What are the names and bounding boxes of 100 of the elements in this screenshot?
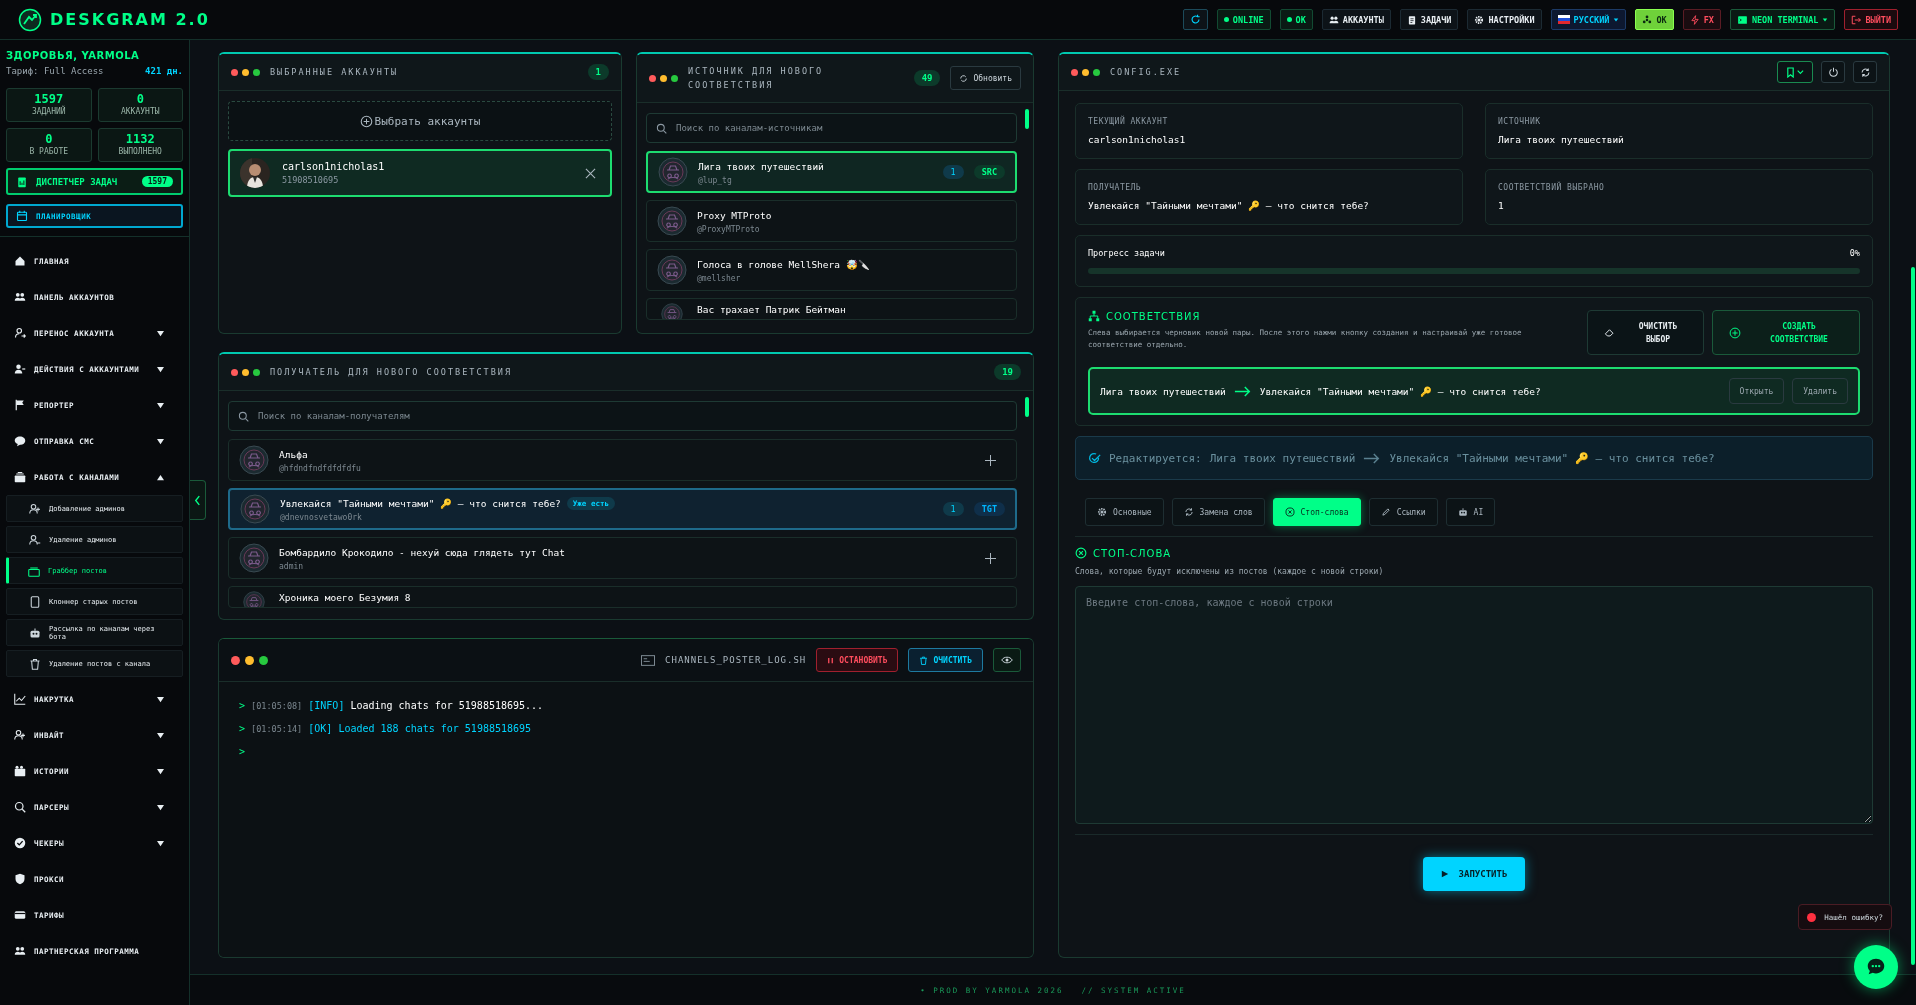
flag-icon bbox=[14, 399, 26, 411]
stop-words-field[interactable]: Введите стоп-слова, каждое с новой строки bbox=[1075, 586, 1873, 824]
channel-handle: @lup_tg bbox=[698, 175, 733, 185]
panel-title: ИСТОЧНИК ДЛЯ НОВОГО СООТВЕТСТВИЯ bbox=[688, 65, 825, 92]
channel-row[interactable]: Хроника моего Безумия 8 bbox=[228, 586, 1017, 608]
status-button[interactable]: OK bbox=[1635, 9, 1674, 30]
effects-button[interactable]: FX bbox=[1682, 9, 1721, 30]
info-label: ТЕКУЩИЙ АККАУНТ bbox=[1088, 117, 1169, 126]
channel-row[interactable]: Голоса в голове MellShera 🤯🔪 @mellsher bbox=[646, 249, 1017, 291]
channel-row[interactable]: Вас трахает Патрик Бейтман bbox=[646, 298, 1017, 320]
stop-button[interactable]: ОСТАНОВИТЬ bbox=[816, 648, 899, 672]
bookmark-dropdown[interactable] bbox=[1777, 61, 1813, 83]
channel-handle: @hfdndfndfdfdfdfu bbox=[279, 463, 362, 473]
user-minus-icon bbox=[29, 533, 41, 546]
card-icon bbox=[14, 909, 26, 921]
create-match-button[interactable]: СОЗДАТЬ СООТВЕТСТВИЕ bbox=[1712, 310, 1860, 355]
delete-button[interactable]: Удалить bbox=[1792, 378, 1848, 404]
cross-circle-icon bbox=[1075, 547, 1087, 559]
chevron-left-icon bbox=[194, 494, 201, 506]
clear-button[interactable]: ОЧИСТИТЬ bbox=[908, 648, 983, 672]
status-pill[interactable]: OK bbox=[1279, 9, 1313, 30]
progress-reading: 0% bbox=[1849, 248, 1860, 258]
avatar-icon bbox=[240, 494, 270, 524]
editing-target: Увлекайся "Тайными мечтами" 🔑 — что снится тебе? bbox=[1389, 451, 1715, 465]
channel-row[interactable]: Лига твоих путешествий @lup_tg 1 SRC bbox=[646, 151, 1017, 193]
check-circle-icon bbox=[14, 837, 26, 849]
status-pill[interactable]: ONLINE bbox=[1216, 9, 1271, 30]
stat-value: 1597 bbox=[34, 93, 64, 106]
avatar-icon bbox=[658, 157, 688, 187]
account-id: 51908510695 bbox=[282, 175, 340, 185]
search-field[interactable]: Поиск по каналам-получателям bbox=[228, 401, 1017, 431]
match-source: Лига твоих путешествий bbox=[1100, 385, 1226, 397]
copy-icon bbox=[29, 595, 41, 608]
search-icon bbox=[14, 801, 26, 813]
scrollbar[interactable] bbox=[1911, 267, 1915, 965]
logout-button[interactable]: ВЫЙТИ bbox=[1844, 9, 1898, 30]
topbar-button[interactable]: ЗАДАЧИ bbox=[1399, 9, 1459, 30]
tab[interactable]: Замена слов bbox=[1171, 498, 1265, 526]
eye-button[interactable] bbox=[993, 648, 1021, 672]
house-icon bbox=[14, 255, 26, 267]
collapse-tab[interactable] bbox=[190, 480, 206, 520]
topbar-button[interactable]: НАСТРОЙКИ bbox=[1467, 9, 1542, 30]
channel-name: Вас трахает Патрик Бейтман bbox=[697, 303, 847, 316]
refresh-button[interactable] bbox=[1182, 9, 1208, 30]
tab[interactable]: AI bbox=[1445, 498, 1496, 526]
app-title: DESKGRAM 2.0 bbox=[50, 10, 210, 29]
avatar-icon bbox=[239, 445, 269, 475]
channel-handle: @ProxyMTProto bbox=[697, 224, 761, 234]
window-controls-icon bbox=[1071, 68, 1100, 76]
logo bbox=[18, 7, 42, 32]
power-button[interactable] bbox=[1821, 61, 1845, 83]
panel-title: ВЫБРАННЫЕ АККАУНТЫ bbox=[270, 67, 400, 77]
topbar-button[interactable]: АККАУНТЫ bbox=[1321, 9, 1391, 30]
stat-value: 0 bbox=[136, 93, 144, 106]
trash-icon bbox=[919, 655, 929, 665]
scrollbar[interactable] bbox=[1025, 397, 1029, 417]
channel-handle: @mellsher bbox=[697, 273, 742, 283]
user-arrow-icon bbox=[14, 327, 26, 339]
close-icon[interactable] bbox=[585, 167, 596, 179]
window-controls-icon bbox=[231, 655, 268, 665]
count-badge: 19 bbox=[994, 364, 1021, 380]
info-label: СООТВЕТСТВИЙ ВЫБРАНО bbox=[1498, 183, 1606, 192]
panel-title: CONFIG.EXE bbox=[1110, 67, 1183, 77]
channel-row[interactable]: Альфа @hfdndfndfdfdfdfu bbox=[228, 439, 1017, 481]
avatar-icon bbox=[657, 206, 687, 236]
pick-accounts-button[interactable]: Выбрать аккаунты bbox=[228, 101, 612, 141]
info-value: carlson1nicholas1 bbox=[1088, 134, 1187, 145]
chart-icon bbox=[14, 693, 26, 705]
run-button[interactable]: ЗАПУСТИТЬ bbox=[1422, 857, 1526, 891]
account-card[interactable]: carlson1nicholas1 51908510695 bbox=[228, 149, 612, 197]
refresh-button[interactable]: Обновить bbox=[950, 66, 1021, 90]
avatar-icon bbox=[239, 543, 269, 573]
language-dropdown[interactable]: РУССКИЙ bbox=[1550, 9, 1627, 30]
channel-row[interactable]: Proxy MTProto @ProxyMTProto bbox=[646, 200, 1017, 242]
box-icon bbox=[14, 471, 26, 483]
plus-icon[interactable] bbox=[985, 552, 996, 564]
record-icon bbox=[1807, 912, 1817, 922]
scrollbar[interactable] bbox=[1025, 109, 1029, 129]
open-button[interactable]: Открыть bbox=[1728, 378, 1785, 404]
tab[interactable]: Основные bbox=[1085, 498, 1164, 526]
clear-selection-button[interactable]: ОЧИСТИТЬ ВЫБОР bbox=[1587, 310, 1704, 355]
days-left: 421 дн. bbox=[145, 66, 183, 76]
match-row[interactable]: Лига твоих путешествий Увлекайся "Тайными мечтами" 🔑 — что снится тебе? Открыть Удалить bbox=[1088, 367, 1860, 415]
task-manager-button[interactable]: ДИСПЕТЧЕР ЗАДАЧ 1597 bbox=[6, 168, 183, 195]
account-name: carlson1nicholas1 bbox=[282, 161, 386, 172]
editing-label: Редактируется: bbox=[1109, 451, 1202, 465]
tab[interactable]: Стоп-слова bbox=[1272, 498, 1361, 526]
tab[interactable]: Ссылки bbox=[1368, 498, 1438, 526]
logout-icon bbox=[1851, 14, 1862, 25]
prompt: > bbox=[239, 746, 246, 757]
pencil-icon bbox=[1380, 507, 1391, 517]
flag-icon bbox=[1557, 15, 1570, 24]
box-icon bbox=[28, 564, 40, 577]
user-plus-icon bbox=[14, 729, 26, 741]
theme-dropdown[interactable]: NEON TERMINAL bbox=[1729, 9, 1836, 30]
sync-button[interactable] bbox=[1853, 61, 1877, 83]
plus-icon[interactable] bbox=[985, 454, 996, 466]
stat-label: ВЫПОЛНЕНО bbox=[118, 147, 162, 157]
search-field[interactable]: Поиск по каналам-источникам bbox=[646, 113, 1017, 143]
channel-row[interactable]: Бомбардило Крокодило - нехуй сюда глядеть тут Chat admin bbox=[228, 537, 1017, 579]
